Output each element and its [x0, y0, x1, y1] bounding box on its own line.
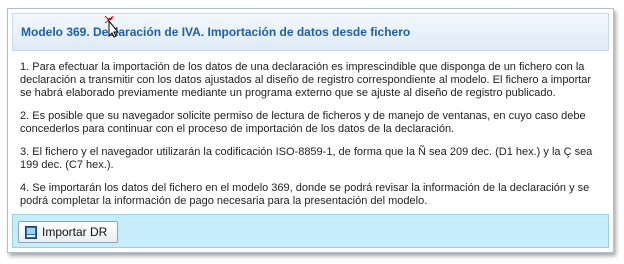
instruction-paragraph-1: 1. Para efectuar la importación de los d… [20, 61, 592, 99]
instruction-paragraph-3: 3. El fichero y el navegador utilizarán … [20, 146, 593, 171]
import-dr-button[interactable]: Importar DR [18, 221, 118, 243]
instruction-paragraph-4: 4. Se importarán los datos del fichero e… [20, 182, 590, 207]
instructions: 1. Para efectuar la importación de los d… [8, 51, 613, 211]
panel-header: Modelo 369. Declaración de IVA. Importac… [12, 13, 609, 51]
import-dr-button-label: Importar DR [42, 225, 108, 239]
import-panel: Modelo 369. Declaración de IVA. Importac… [7, 8, 614, 253]
instruction-paragraph-2: 2. Es posible que su navegador solicite … [20, 110, 586, 135]
panel-footer: Importar DR [12, 214, 609, 248]
panel-title: Modelo 369. Declaración de IVA. Importac… [21, 25, 411, 39]
document-icon [25, 225, 37, 239]
mouse-cursor-icon [104, 16, 120, 38]
